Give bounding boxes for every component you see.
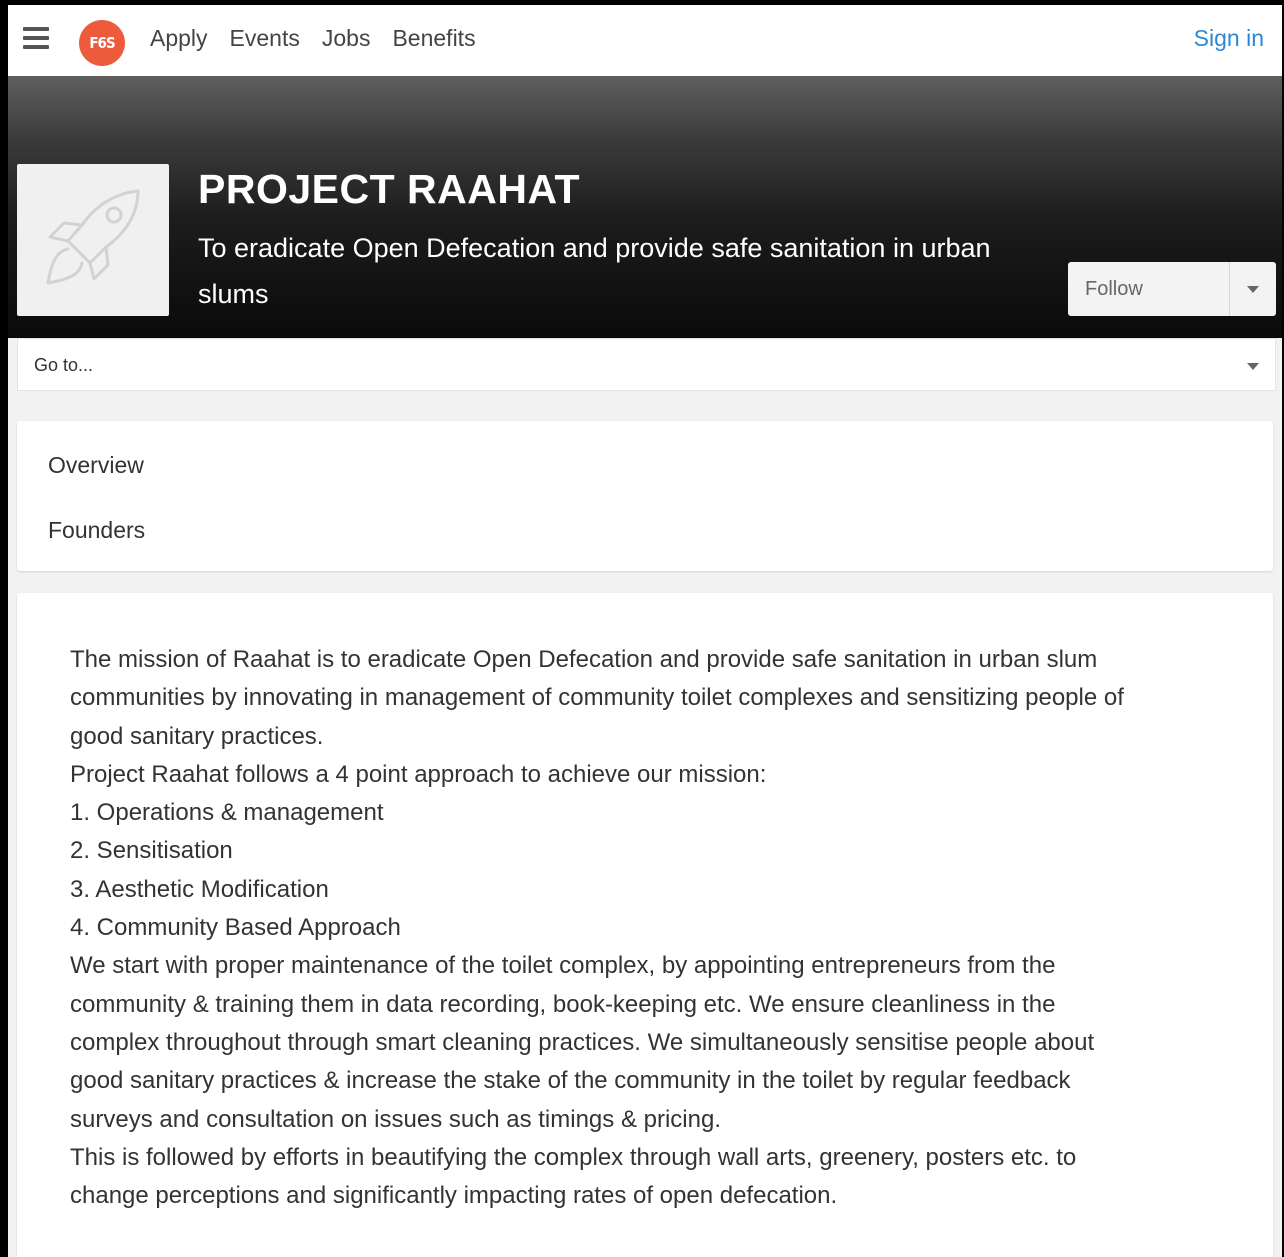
text-line: Project Raahat follows a 4 point approac… bbox=[70, 760, 767, 788]
overview-text: The mission of Raahat is to eradicate Op… bbox=[70, 641, 1240, 1215]
chevron-down-icon bbox=[1247, 285, 1259, 293]
hamburger-menu-icon[interactable] bbox=[23, 27, 49, 51]
sign-in-link[interactable]: Sign in bbox=[1194, 25, 1264, 52]
nav-link-benefits[interactable]: Benefits bbox=[392, 25, 475, 52]
menu-item-overview[interactable]: Overview bbox=[48, 452, 144, 479]
top-navigation: F6S Apply Events Jobs Benefits Sign in bbox=[8, 5, 1282, 76]
section-menu: Overview Founders bbox=[17, 421, 1273, 571]
nav-link-jobs[interactable]: Jobs bbox=[322, 25, 371, 52]
overview-card: The mission of Raahat is to eradicate Op… bbox=[17, 593, 1273, 1257]
page-subtitle: To eradicate Open Defecation and provide… bbox=[198, 233, 991, 309]
text-line: good sanitary practices & increase the s… bbox=[70, 1067, 1071, 1095]
menu-item-founders[interactable]: Founders bbox=[48, 517, 145, 544]
page-title: PROJECT RAAHAT bbox=[198, 166, 581, 212]
text-line: surveys and consultation on issues such … bbox=[70, 1105, 721, 1133]
text-line: complex throughout through smart cleanin… bbox=[70, 1028, 1095, 1056]
page-frame: F6S Apply Events Jobs Benefits Sign in P… bbox=[8, 5, 1282, 1257]
profile-hero: PROJECT RAAHAT To eradicate Open Defecat… bbox=[8, 76, 1282, 338]
list-item: 2. Sensitisation bbox=[70, 837, 233, 865]
follow-button-group: Follow bbox=[1068, 262, 1276, 316]
f6s-logo[interactable]: F6S bbox=[79, 20, 125, 66]
avatar bbox=[17, 164, 169, 316]
nav-link-events[interactable]: Events bbox=[230, 25, 300, 52]
nav-links: Apply Events Jobs Benefits bbox=[150, 25, 498, 52]
text-line: good sanitary practices. bbox=[70, 722, 324, 750]
follow-button[interactable]: Follow bbox=[1068, 262, 1230, 316]
rocket-icon bbox=[46, 189, 140, 285]
goto-label: Go to... bbox=[34, 355, 94, 375]
text-line: community & training them in data record… bbox=[70, 990, 1056, 1018]
list-item: 1. Operations & management bbox=[70, 799, 384, 827]
list-item: 3. Aesthetic Modification bbox=[70, 875, 329, 903]
list-item: 4. Community Based Approach bbox=[70, 914, 401, 942]
follow-dropdown-toggle[interactable] bbox=[1230, 262, 1276, 316]
text-line: communities by innovating in management … bbox=[70, 684, 1124, 712]
goto-dropdown[interactable]: Go to... bbox=[17, 338, 1276, 391]
text-line: This is followed by efforts in beautifyi… bbox=[70, 1143, 1077, 1171]
text-line: We start with proper maintenance of the … bbox=[70, 952, 1056, 980]
text-line: change perceptions and significantly imp… bbox=[70, 1182, 838, 1210]
text-line: The mission of Raahat is to eradicate Op… bbox=[70, 646, 1098, 673]
nav-link-apply[interactable]: Apply bbox=[150, 25, 208, 52]
chevron-down-icon bbox=[1247, 363, 1259, 370]
